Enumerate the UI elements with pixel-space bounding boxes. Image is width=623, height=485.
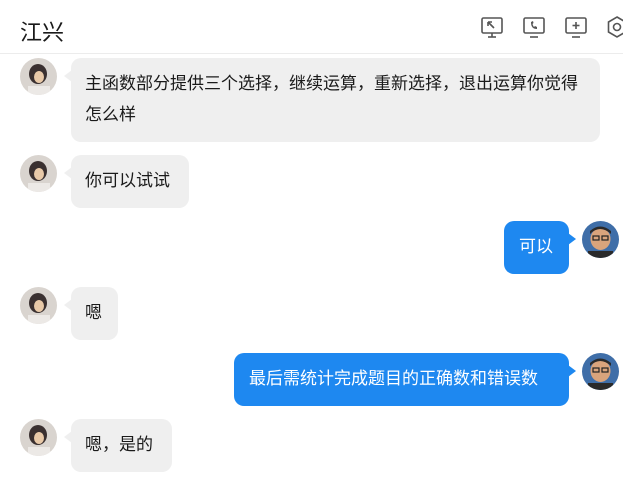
- bubble-tail: [64, 70, 72, 82]
- bubble-tail: [568, 233, 576, 245]
- message-bubble[interactable]: 嗯，是的: [64, 419, 172, 472]
- message-bubble[interactable]: 你可以试试: [64, 155, 189, 208]
- contact-avatar[interactable]: [20, 155, 57, 192]
- message-text: 嗯: [85, 303, 102, 323]
- screen-share-icon[interactable]: [479, 14, 505, 40]
- bubble-tail: [568, 365, 576, 377]
- message-bubble[interactable]: 主函数部分提供三个选择，继续运算，重新选择，退出运算你觉得怎么样: [64, 58, 600, 142]
- contact-name: 江兴: [20, 21, 65, 46]
- message-bubble[interactable]: 可以: [504, 221, 576, 274]
- message-text: 主函数部分提供三个选择，继续运算，重新选择，退出运算你觉得怎么样: [85, 74, 578, 125]
- message-text: 可以: [519, 237, 553, 257]
- message-bubble[interactable]: 嗯: [64, 287, 118, 340]
- contact-avatar[interactable]: [20, 58, 57, 95]
- my-avatar[interactable]: [582, 353, 619, 390]
- bubble-tail: [64, 167, 72, 179]
- phone-icon[interactable]: [521, 14, 547, 40]
- contact-avatar[interactable]: [20, 419, 57, 456]
- contact-avatar[interactable]: [20, 287, 57, 324]
- message-text: 嗯，是的: [85, 435, 153, 455]
- message-list[interactable]: 主函数部分提供三个选择，继续运算，重新选择，退出运算你觉得怎么样 你可以试试 可…: [0, 54, 623, 485]
- bubble-tail: [64, 431, 72, 443]
- message-text: 最后需统计完成题目的正确数和错误数: [249, 369, 538, 389]
- bubble-tail: [64, 299, 72, 311]
- settings-icon[interactable]: [604, 14, 623, 40]
- message-text: 你可以试试: [85, 171, 170, 191]
- chat-header: 江兴: [0, 0, 623, 54]
- message-bubble[interactable]: 最后需统计完成题目的正确数和错误数: [234, 353, 576, 406]
- add-chat-icon[interactable]: [563, 14, 589, 40]
- my-avatar[interactable]: [582, 221, 619, 258]
